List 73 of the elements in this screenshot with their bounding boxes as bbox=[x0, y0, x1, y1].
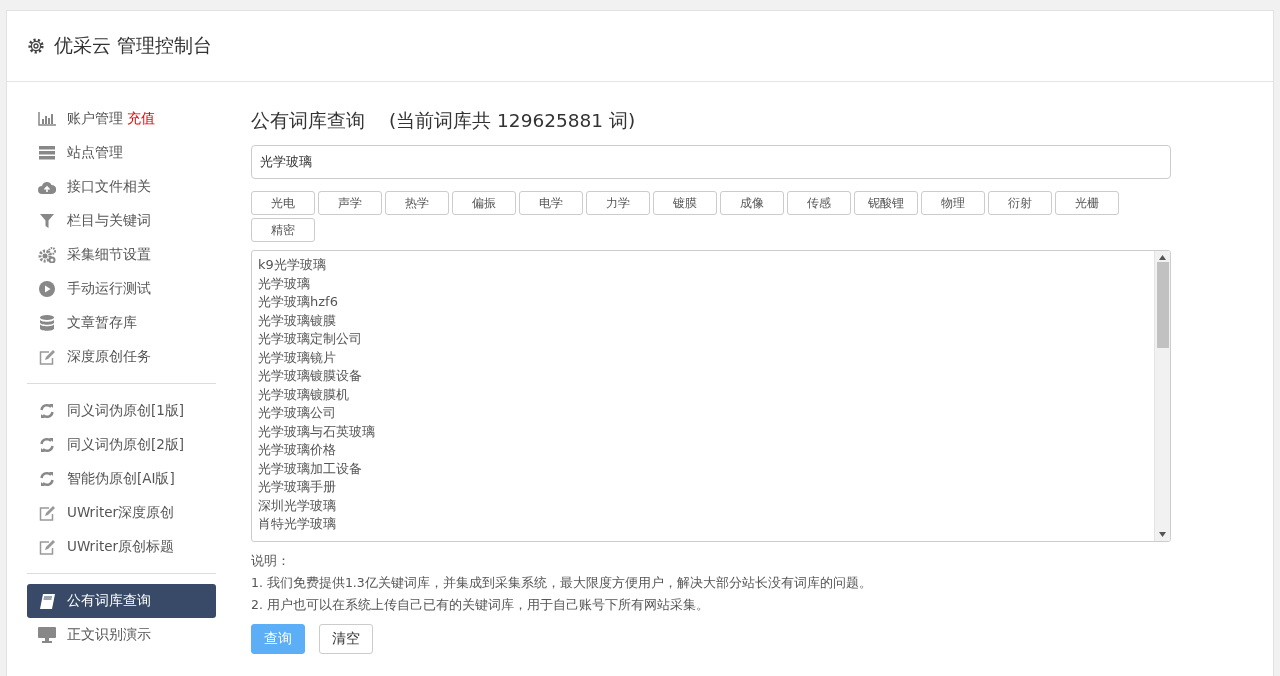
tag-button[interactable]: 力学 bbox=[586, 191, 650, 215]
tag-button[interactable]: 偏振 bbox=[452, 191, 516, 215]
sidebar-item[interactable]: 站点管理 bbox=[27, 136, 216, 170]
sidebar-item[interactable]: 正文识别演示 bbox=[27, 618, 216, 652]
edit-icon bbox=[38, 349, 56, 365]
tag-button[interactable]: 声学 bbox=[318, 191, 382, 215]
list-item[interactable]: 光学玻璃 bbox=[258, 274, 1148, 293]
edit-icon bbox=[38, 539, 56, 555]
book-icon bbox=[39, 593, 55, 609]
list-item[interactable]: 光学玻璃价格 bbox=[258, 441, 1148, 460]
sidebar-item[interactable]: 同义词伪原创[2版] bbox=[27, 428, 216, 462]
list-item[interactable]: 光学玻璃镀膜设备 bbox=[258, 367, 1148, 386]
clear-button[interactable]: 清空 bbox=[319, 624, 373, 654]
list-item[interactable]: 光学玻璃定制公司 bbox=[258, 330, 1148, 349]
recharge-link[interactable]: 充值 bbox=[127, 110, 155, 128]
list-item[interactable]: 光学玻璃镀膜 bbox=[258, 311, 1148, 330]
tag-button[interactable]: 衍射 bbox=[988, 191, 1052, 215]
sidebar-item[interactable]: 手动运行测试 bbox=[27, 272, 216, 306]
list-item[interactable]: 光学玻璃镀膜机 bbox=[258, 385, 1148, 404]
cloud-upload-icon bbox=[38, 180, 56, 194]
edit-icon bbox=[38, 505, 56, 521]
monitor-icon bbox=[38, 627, 56, 643]
tag-button[interactable]: 光电 bbox=[251, 191, 315, 215]
sidebar-item[interactable]: 文章暂存库 bbox=[27, 306, 216, 340]
note-text: 1. 我们免费提供1.3亿关键词库，并集成到采集系统，最大限度方便用户，解决大部分站长没有词库的问题。 bbox=[251, 574, 873, 592]
list-item[interactable]: 深圳光学玻璃 bbox=[258, 496, 1148, 515]
tag-button[interactable]: 物理 bbox=[921, 191, 985, 215]
sidebar-item[interactable]: 采集细节设置 bbox=[27, 238, 216, 272]
scrollbar-thumb[interactable] bbox=[1156, 262, 1169, 348]
scrollbar[interactable] bbox=[1154, 251, 1170, 541]
bar-chart-icon bbox=[38, 112, 56, 126]
play-icon bbox=[39, 281, 55, 297]
sidebar-item[interactable]: 栏目与关键词 bbox=[27, 204, 216, 238]
list-item[interactable]: 肖特光学玻璃 bbox=[258, 515, 1148, 534]
sidebar-item[interactable]: UWriter深度原创 bbox=[27, 496, 216, 530]
sidebar-item[interactable]: 公有词库查询 bbox=[27, 584, 216, 618]
search-field[interactable]: 光学玻璃 bbox=[251, 145, 1171, 179]
list-item[interactable]: 光学玻璃手册 bbox=[258, 478, 1148, 497]
word-count: (当前词库共 129625881 词) bbox=[389, 109, 636, 133]
sidebar-item[interactable]: 深度原创任务 bbox=[27, 340, 216, 374]
list-item[interactable]: 光学玻璃与石英玻璃 bbox=[258, 422, 1148, 441]
list-item[interactable]: 光学玻璃加工设备 bbox=[258, 459, 1148, 478]
scroll-down-icon[interactable] bbox=[1159, 532, 1166, 537]
page-title: 公有词库查询 bbox=[251, 109, 365, 133]
list-item[interactable]: 光学玻璃hzf6 bbox=[258, 293, 1148, 312]
app-title: 优采云 管理控制台 bbox=[54, 33, 213, 58]
tag-button[interactable]: 镀膜 bbox=[653, 191, 717, 215]
refresh-icon bbox=[39, 403, 55, 419]
tag-button[interactable]: 传感 bbox=[787, 191, 851, 215]
list-item[interactable]: 光学玻璃公司 bbox=[258, 404, 1148, 423]
sidebar-item[interactable]: UWriter原创标题 bbox=[27, 530, 216, 564]
gears-icon bbox=[38, 247, 56, 263]
tag-button[interactable]: 成像 bbox=[720, 191, 784, 215]
scroll-up-icon[interactable] bbox=[1159, 255, 1166, 260]
sidebar-item[interactable]: 智能伪原创[AI版] bbox=[27, 462, 216, 496]
tag-button[interactable]: 电学 bbox=[519, 191, 583, 215]
notes-title: 说明： bbox=[251, 552, 291, 570]
list-item[interactable]: 光学玻璃镜片 bbox=[258, 348, 1148, 367]
filter-icon bbox=[40, 214, 54, 228]
list-item[interactable]: k9光学玻璃 bbox=[258, 256, 1148, 275]
sidebar-item[interactable]: 接口文件相关 bbox=[27, 170, 216, 204]
tag-button[interactable]: 热学 bbox=[385, 191, 449, 215]
refresh-icon bbox=[39, 471, 55, 487]
database-icon bbox=[40, 315, 54, 331]
tag-button[interactable]: 铌酸锂 bbox=[854, 191, 918, 215]
sidebar-item[interactable]: 账户管理 充值 bbox=[27, 102, 216, 136]
sidebar-item[interactable]: 同义词伪原创[1版] bbox=[27, 394, 216, 428]
server-icon bbox=[39, 146, 55, 160]
refresh-icon bbox=[39, 437, 55, 453]
note-text: 2. 用户也可以在系统上传自己已有的关键词库，用于自己账号下所有网站采集。 bbox=[251, 596, 710, 614]
tag-button[interactable]: 光栅 bbox=[1055, 191, 1119, 215]
settings-icon bbox=[27, 37, 45, 55]
tag-button[interactable]: 精密 bbox=[251, 218, 315, 242]
